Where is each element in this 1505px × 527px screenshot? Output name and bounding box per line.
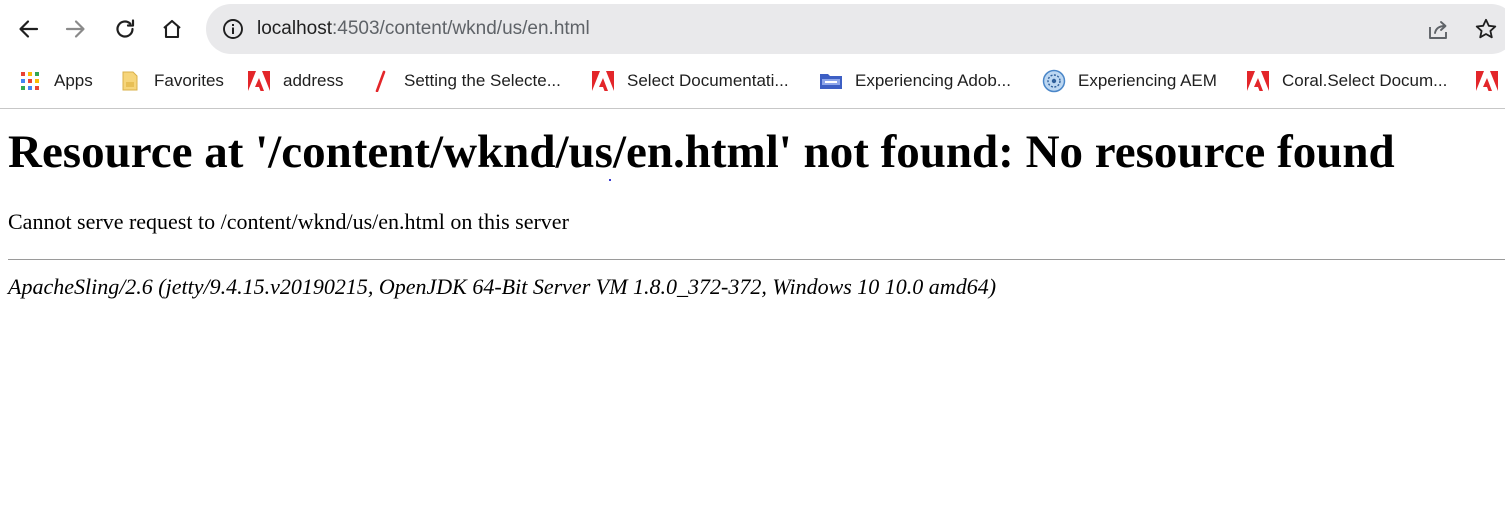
bookmark-setting-selected[interactable]: Setting the Selecte...	[368, 58, 561, 104]
star-icon[interactable]	[1474, 17, 1498, 41]
adobe-icon	[1246, 69, 1270, 93]
bookmark-experiencing-adobe[interactable]: Experiencing Adob...	[819, 58, 1011, 104]
bookmark-label: Setting the Selecte...	[404, 71, 561, 90]
bookmark-address[interactable]: address	[247, 58, 343, 104]
back-arrow-icon[interactable]	[11, 12, 45, 46]
apps-grid-icon	[18, 69, 42, 93]
bookmark-overflow[interactable]	[1475, 58, 1505, 104]
bookmark-label: Coral.Select Docum...	[1282, 71, 1448, 90]
share-icon[interactable]	[1426, 18, 1450, 42]
url-host: localhost	[257, 18, 332, 39]
text-cursor	[609, 179, 611, 181]
bookmark-select-documentation[interactable]: Select Documentati...	[591, 58, 789, 104]
slash-icon	[368, 69, 392, 93]
server-signature: ApacheSling/2.6 (jetty/9.4.15.v20190215,…	[8, 274, 997, 299]
url-path: :4503/content/wknd/us/en.html	[332, 18, 590, 39]
bookmark-label: Experiencing Adob...	[855, 71, 1011, 90]
bookmark-label: Experiencing AEM	[1078, 71, 1217, 90]
browser-toolbar: localhost:4503/content/wknd/us/en.html	[0, 0, 1505, 58]
bookmark-coral-select[interactable]: Coral.Select Docum...	[1246, 58, 1447, 104]
bookmark-experiencing-aem[interactable]: Experiencing AEM	[1042, 58, 1217, 104]
error-message: Cannot serve request to /content/wknd/us…	[8, 209, 569, 234]
bookmark-label: Select Documentati...	[627, 71, 789, 90]
bookmark-favorites[interactable]: Favorites	[118, 58, 224, 104]
address-bar[interactable]: localhost:4503/content/wknd/us/en.html	[206, 4, 1505, 54]
adobe-icon	[591, 69, 615, 93]
home-icon[interactable]	[155, 12, 189, 46]
info-icon[interactable]	[222, 18, 244, 40]
reload-icon[interactable]	[108, 12, 142, 46]
bookmark-apps[interactable]: Apps	[18, 58, 93, 104]
bookmark-label: address	[283, 71, 344, 90]
folder-icon	[118, 69, 142, 93]
adobe-icon	[247, 69, 271, 93]
forward-arrow-icon[interactable]	[59, 12, 93, 46]
divider	[8, 259, 1505, 260]
bookmark-label: Favorites	[154, 71, 224, 90]
globe-icon	[1042, 69, 1066, 93]
page-title: Resource at '/content/wknd/us/en.html' n…	[8, 126, 1395, 178]
address-url[interactable]: localhost:4503/content/wknd/us/en.html	[257, 4, 590, 54]
rss-folder-icon	[819, 69, 843, 93]
adobe-icon	[1475, 69, 1499, 93]
bookmarks-bar: Apps Favorites address Setting the Selec…	[0, 58, 1505, 109]
bookmark-label: Apps	[54, 71, 93, 90]
